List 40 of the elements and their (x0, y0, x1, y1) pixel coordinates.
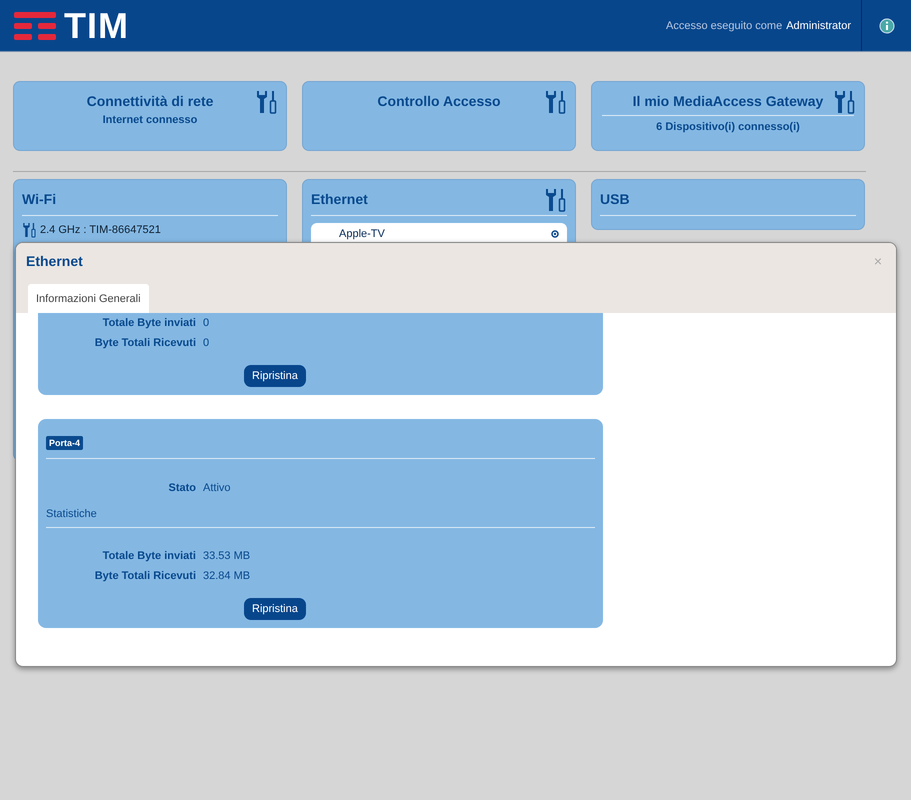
field-value: 33.53 MB (203, 550, 250, 562)
tile-title: Connettività di rete (86, 92, 214, 109)
tools-icon[interactable] (833, 90, 855, 114)
tools-icon[interactable] (544, 90, 566, 114)
tab[interactable]: Informazioni Generali (28, 284, 149, 313)
field-value: 0 (203, 337, 210, 349)
login-label: Accesso eseguito come (666, 20, 782, 32)
field-label: Byte Totali Ricevuti (94, 337, 196, 349)
reset-button[interactable]: Ripristina (244, 598, 306, 620)
tools-icon[interactable] (255, 90, 277, 114)
panel-title[interactable]: USB (600, 189, 630, 207)
wifi-network: 2.4 GHz : TIM-86647521 (40, 224, 161, 236)
tile-title: Il mio MediaAccess Gateway (632, 92, 824, 109)
info-icon[interactable] (878, 18, 894, 34)
field-label: Byte Totali Ricevuti (94, 570, 196, 582)
tile-title: Controllo Accesso (376, 92, 502, 109)
field-label: Totale Byte inviati (102, 550, 196, 562)
modal-title: Ethernet (26, 253, 83, 269)
user-name[interactable]: Administrator (786, 20, 851, 32)
section-title: Statistiche (46, 507, 98, 522)
field-value: 0 (203, 317, 210, 329)
tile-subtitle: Internet connesso (102, 114, 198, 126)
reset-button[interactable]: Ripristina (244, 365, 306, 387)
tile-card[interactable]: Il mio MediaAccess Gateway 6 Dispositivo(i) connesso(i) (591, 81, 865, 151)
logo-icon (14, 12, 56, 40)
tools-icon[interactable] (544, 188, 566, 212)
field-label: Totale Byte inviati (102, 317, 196, 329)
tools-icon[interactable] (22, 222, 36, 238)
status-icon (551, 230, 559, 238)
panel-title[interactable]: Wi-Fi (22, 189, 56, 207)
field-value: Attivo (203, 482, 231, 494)
logo-text: TIM (64, 4, 129, 46)
device-name[interactable]: Apple-TV (339, 228, 385, 240)
panel-title[interactable]: Ethernet (311, 189, 368, 207)
field-label: Stato (168, 482, 196, 494)
tile-card[interactable]: Connettività di rete Internet connesso (13, 81, 287, 151)
port-badge: Porta-4 (46, 436, 84, 450)
tile-card[interactable]: Controllo Accesso (302, 81, 576, 151)
field-value: 32.84 MB (203, 570, 250, 582)
tile-subtitle: 6 Dispositivo(i) connesso(i) (655, 121, 801, 133)
